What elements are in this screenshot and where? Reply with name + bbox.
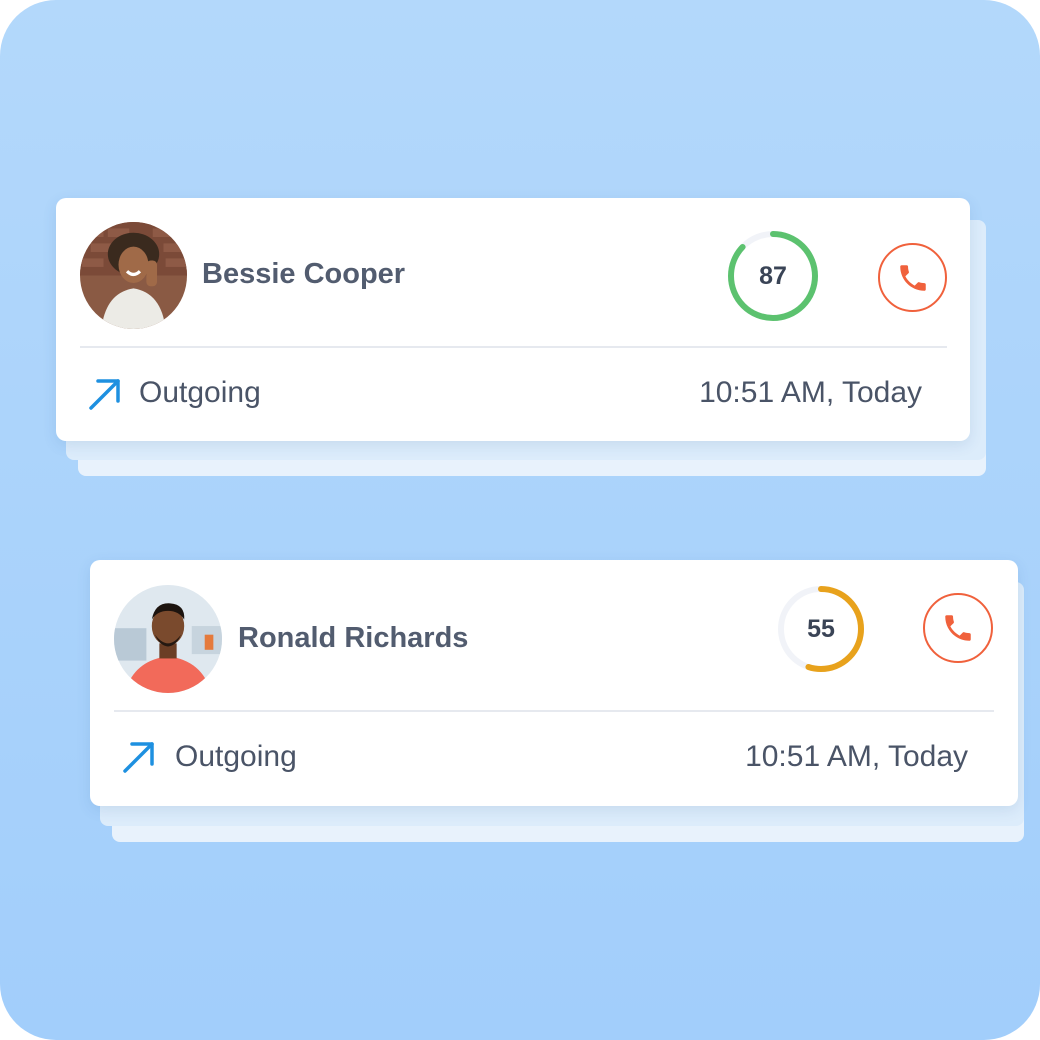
contact-name: Ronald Richards [238,622,469,654]
call-card[interactable]: Bessie Cooper 87 Outgoing 10:51 AM, Toda… [56,198,970,441]
call-card-stack-2: Ronald Richards 55 Outgoing 10:51 AM, To… [90,560,1026,844]
phone-icon [945,615,971,641]
avatar [114,585,222,693]
score-value: 87 [759,261,787,290]
call-button[interactable] [923,593,993,663]
call-direction: Outgoing [139,376,261,409]
call-time: 10:51 AM, Today [699,376,922,409]
score-value: 55 [807,614,835,643]
score-ring: 55 [773,581,869,677]
avatar [80,222,187,329]
divider [80,346,947,348]
call-button[interactable] [878,243,947,312]
phone-icon [899,264,926,291]
call-time: 10:51 AM, Today [745,740,968,773]
contact-name: Bessie Cooper [202,258,406,290]
divider [114,710,994,712]
arrow-up-right-icon [120,738,158,781]
arrow-up-right-icon [86,375,124,418]
call-card-stack-1: Bessie Cooper 87 Outgoing 10:51 AM, Toda… [56,198,986,478]
call-direction: Outgoing [175,740,297,773]
call-card[interactable]: Ronald Richards 55 Outgoing 10:51 AM, To… [90,560,1018,806]
background-panel: Bessie Cooper 87 Outgoing 10:51 AM, Toda… [0,0,1040,1040]
score-ring: 87 [725,228,821,324]
